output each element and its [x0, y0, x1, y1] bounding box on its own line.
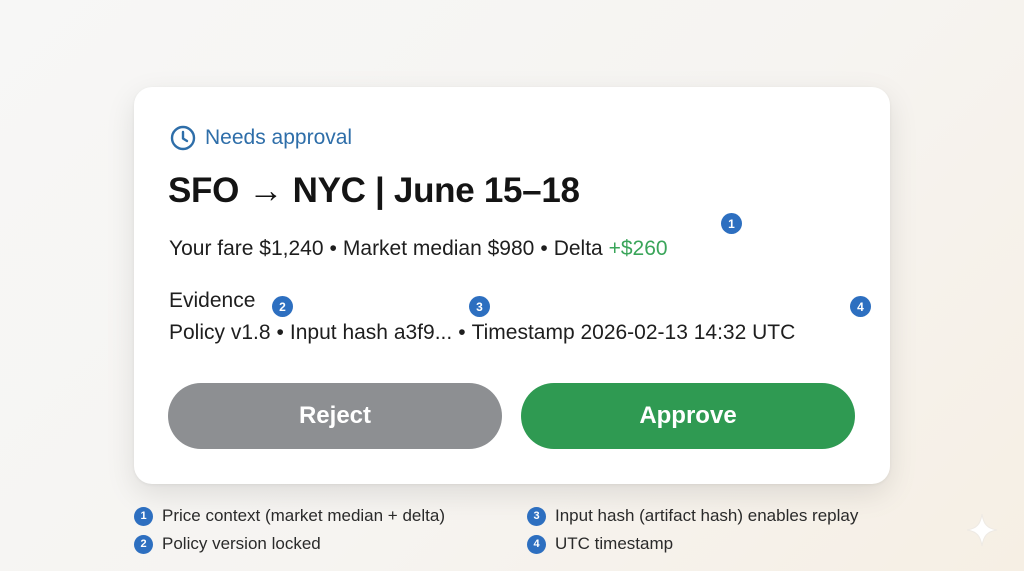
- legend-text: Policy version locked: [162, 534, 321, 553]
- legend-text: Input hash (artifact hash) enables repla…: [555, 506, 859, 525]
- approval-card: Needs approval SFO → NYC | June 15–18 1 …: [134, 87, 890, 484]
- reject-button[interactable]: Reject: [168, 383, 502, 449]
- legend-item-1: 1 Price context (market median + delta): [134, 506, 445, 526]
- legend-badge: 3: [527, 506, 546, 526]
- sparkle-icon: [966, 513, 998, 552]
- separator-dot: •: [329, 237, 337, 260]
- legend-badge: 1: [134, 506, 153, 526]
- separator-dot: •: [540, 237, 548, 260]
- timestamp: Timestamp 2026-02-13 14:32 UTC: [471, 321, 796, 344]
- approve-button[interactable]: Approve: [521, 383, 855, 449]
- legend-badge: 4: [527, 534, 546, 554]
- delta-label: Delta: [553, 237, 603, 260]
- evidence-details: Policy v1.8 • Input hash a3f9... • Timestamp…: [169, 321, 795, 345]
- fare-summary: Your fare $1,240 • Market median $980 • Delt…: [169, 237, 668, 261]
- annotation-badge-4: 4: [850, 296, 871, 317]
- policy-version: Policy v1.8: [169, 321, 271, 344]
- market-median: Market median $980: [342, 237, 535, 260]
- separator-dot: •: [276, 321, 284, 344]
- status-label: Needs approval: [205, 126, 353, 149]
- legend-item-2: 2 Policy version locked: [134, 534, 321, 554]
- status-indicator: Needs approval: [170, 124, 352, 152]
- annotation-badge-3: 3: [469, 296, 490, 317]
- input-hash: Input hash a3f9...: [289, 321, 453, 344]
- trip-title: SFO → NYC | June 15–18: [168, 171, 580, 210]
- legend-item-4: 4 UTC timestamp: [527, 534, 673, 554]
- legend-item-3: 3 Input hash (artifact hash) enables rep…: [527, 506, 858, 526]
- your-fare: Your fare $1,240: [169, 237, 324, 260]
- evidence-label: Evidence: [169, 289, 256, 312]
- clock-icon: [170, 125, 196, 151]
- annotation-badge-1: 1: [721, 213, 742, 234]
- legend-text: Price context (market median + delta): [162, 506, 445, 525]
- delta-value: +$260: [608, 237, 668, 260]
- legend-badge: 2: [134, 534, 153, 554]
- separator-dot: •: [458, 321, 466, 344]
- legend-text: UTC timestamp: [555, 534, 674, 553]
- annotation-badge-2: 2: [272, 296, 293, 317]
